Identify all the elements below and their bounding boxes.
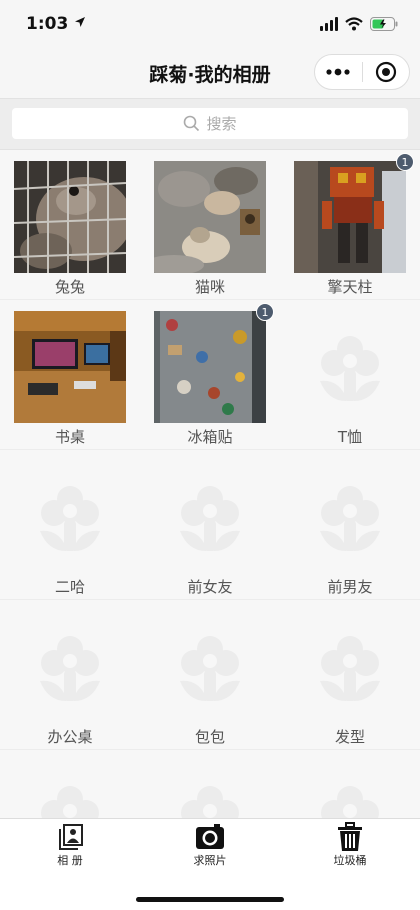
status-icons bbox=[320, 14, 398, 34]
album-label: 猫咪 bbox=[194, 278, 225, 296]
album-item[interactable]: 擎天柱 1 bbox=[280, 150, 420, 300]
wifi-icon bbox=[345, 17, 363, 31]
album-item[interactable]: 二哈 bbox=[0, 450, 140, 600]
search-icon bbox=[184, 115, 200, 132]
album-cover-photo bbox=[14, 161, 126, 273]
album-placeholder-icon bbox=[154, 461, 266, 573]
album-row: 办公桌 包包 发型 bbox=[0, 600, 420, 750]
album-item[interactable]: 办公桌 bbox=[0, 600, 140, 750]
album-label: 二哈 bbox=[54, 578, 85, 596]
search-input[interactable]: 搜索 bbox=[12, 108, 408, 139]
album-item[interactable]: 前女友 bbox=[140, 450, 280, 600]
album-item[interactable]: T恤 bbox=[280, 300, 420, 450]
album-row: 二哈 前女友 前男友 bbox=[0, 450, 420, 600]
album-placeholder-icon bbox=[14, 761, 126, 818]
status-bar: 1:03 bbox=[0, 0, 420, 48]
album-item[interactable]: 冰箱贴 1 bbox=[140, 300, 280, 450]
tab-label: 相 册 bbox=[57, 854, 83, 867]
album-row bbox=[0, 750, 420, 818]
album-label: 书桌 bbox=[54, 428, 85, 446]
album-placeholder-icon bbox=[294, 311, 406, 423]
album-label: 办公桌 bbox=[47, 728, 93, 746]
battery-icon bbox=[370, 17, 398, 31]
album-placeholder-icon bbox=[294, 761, 406, 818]
location-arrow-icon bbox=[75, 17, 86, 27]
album-label: 擎天柱 bbox=[327, 278, 373, 296]
count-badge: 1 bbox=[396, 153, 414, 171]
album-item[interactable]: 兔兔 bbox=[0, 150, 140, 300]
home-indicator bbox=[136, 897, 284, 902]
album-item[interactable]: 书桌 bbox=[0, 300, 140, 450]
album-placeholder-icon bbox=[294, 611, 406, 723]
count-badge: 1 bbox=[256, 303, 274, 321]
close-mini-program-button[interactable] bbox=[362, 55, 409, 89]
mini-program-capsule bbox=[314, 54, 410, 90]
trash-icon bbox=[335, 822, 365, 852]
album-cover-photo bbox=[154, 161, 266, 273]
album-row: 兔兔 猫咪 擎天柱 1 bbox=[0, 150, 420, 300]
search-placeholder: 搜索 bbox=[206, 115, 237, 133]
album-label: 冰箱贴 bbox=[187, 428, 233, 446]
album-cover-photo bbox=[294, 161, 406, 273]
tab-trash[interactable]: 垃圾桶 bbox=[280, 819, 420, 875]
target-icon bbox=[375, 61, 396, 83]
album-item[interactable]: 猫咪 bbox=[140, 150, 280, 300]
album-cover-photo bbox=[154, 311, 266, 423]
album-item[interactable] bbox=[140, 750, 280, 818]
album-icon bbox=[55, 822, 85, 852]
album-item[interactable]: 包包 bbox=[140, 600, 280, 750]
tab-request-photo[interactable]: 求照片 bbox=[140, 819, 280, 875]
nav-bar: 踩菊·我的相册 bbox=[0, 48, 420, 98]
album-row: 书桌 冰箱贴 1 T恤 bbox=[0, 300, 420, 450]
album-placeholder-icon bbox=[154, 761, 266, 818]
album-grid: 兔兔 猫咪 擎天柱 1 书桌 冰箱贴 1 T恤二哈 前女友 前男友办公桌 包包 发型 bbox=[0, 150, 420, 818]
album-label: 包包 bbox=[194, 728, 225, 746]
album-item[interactable] bbox=[280, 750, 420, 818]
album-placeholder-icon bbox=[154, 611, 266, 723]
album-label: 兔兔 bbox=[54, 278, 85, 296]
more-dots-icon bbox=[326, 68, 350, 76]
tab-label: 垃圾桶 bbox=[333, 854, 367, 867]
tab-bar: 相 册 求照片 垃圾桶 bbox=[0, 818, 420, 910]
album-label: T恤 bbox=[337, 428, 363, 446]
tab-label: 求照片 bbox=[193, 854, 227, 867]
album-label: 前男友 bbox=[327, 578, 373, 596]
album-item[interactable]: 发型 bbox=[280, 600, 420, 750]
album-label: 前女友 bbox=[187, 578, 233, 596]
album-item[interactable]: 前男友 bbox=[280, 450, 420, 600]
album-placeholder-icon bbox=[14, 461, 126, 573]
album-placeholder-icon bbox=[14, 611, 126, 723]
album-item[interactable] bbox=[0, 750, 140, 818]
search-bar: 搜索 bbox=[0, 98, 420, 150]
album-placeholder-icon bbox=[294, 461, 406, 573]
cellular-signal-icon bbox=[320, 17, 338, 31]
tab-album[interactable]: 相 册 bbox=[0, 819, 140, 875]
more-button[interactable] bbox=[315, 55, 362, 89]
album-label: 发型 bbox=[334, 728, 365, 746]
camera-icon bbox=[195, 822, 225, 852]
album-cover-photo bbox=[14, 311, 126, 423]
status-time: 1:03 bbox=[26, 14, 86, 34]
